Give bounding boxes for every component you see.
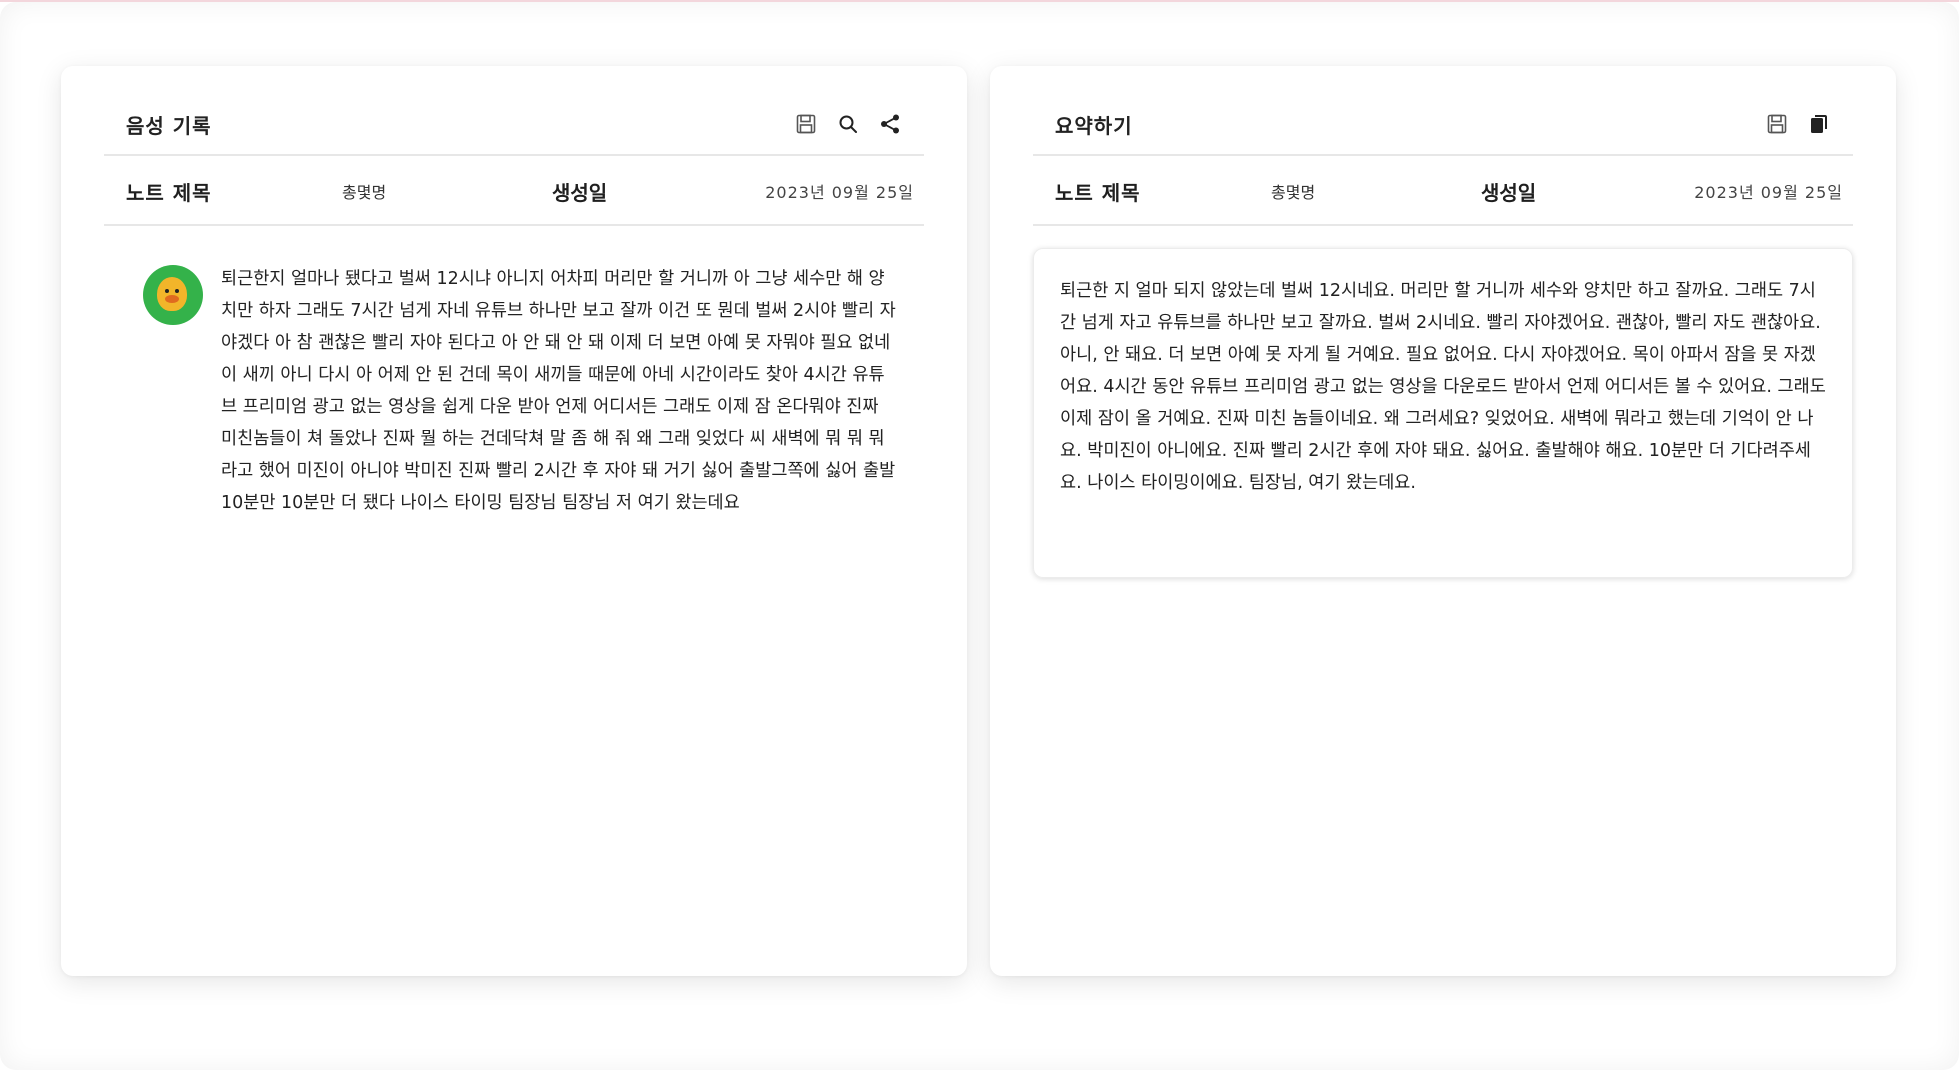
- summary-text: 퇴근한 지 얼마 되지 않았는데 벌써 12시네요. 머리만 할 거니까 세수와…: [1033, 248, 1853, 578]
- created-label: 생성일: [1481, 180, 1537, 205]
- created-date: 2023년 09월 25일: [1694, 183, 1843, 202]
- note-author: 총몇명: [1271, 183, 1316, 202]
- search-icon[interactable]: [836, 112, 860, 136]
- panel-title: 요약하기: [1055, 113, 1133, 138]
- panel-title: 음성 기록: [126, 113, 212, 138]
- note-title[interactable]: 노트 제목: [104, 177, 342, 206]
- note-meta-row: 노트 제목 총몇명 생성일 2023년 09월 25일: [104, 158, 924, 226]
- created-date: 2023년 09월 25일: [765, 183, 914, 202]
- transcript-text: 퇴근한지 얼마나 됐다고 벌써 12시냐 아니지 어차피 머리만 할 거니까 아…: [221, 269, 896, 513]
- note-title[interactable]: 노트 제목: [1033, 177, 1271, 206]
- created-label: 생성일: [552, 180, 608, 205]
- summary-panel-header: 요약하기: [1033, 94, 1853, 156]
- toolbar: [794, 112, 924, 136]
- save-icon[interactable]: [794, 112, 818, 136]
- toolbar: [1765, 112, 1853, 136]
- transcript-entry: 퇴근한지 얼마나 됐다고 벌써 12시냐 아니지 어차피 머리만 할 거니까 아…: [143, 263, 897, 519]
- transcript-panel-header: 음성 기록: [104, 94, 924, 156]
- note-author: 총몇명: [342, 183, 387, 202]
- note-meta-row: 노트 제목 총몇명 생성일 2023년 09월 25일: [1033, 158, 1853, 226]
- share-icon[interactable]: [878, 112, 902, 136]
- transcript-panel: 음성 기록 노트 제목 총몇명 생성일 2023년 09월 25일 퇴근한지 얼…: [61, 66, 967, 976]
- save-icon[interactable]: [1765, 112, 1789, 136]
- summary-panel: 요약하기 노트 제목 총몇명 생성일 2023년 09월 25일 퇴근한 지 얼…: [990, 66, 1896, 976]
- copy-icon[interactable]: [1807, 112, 1831, 136]
- avatar: [143, 265, 203, 325]
